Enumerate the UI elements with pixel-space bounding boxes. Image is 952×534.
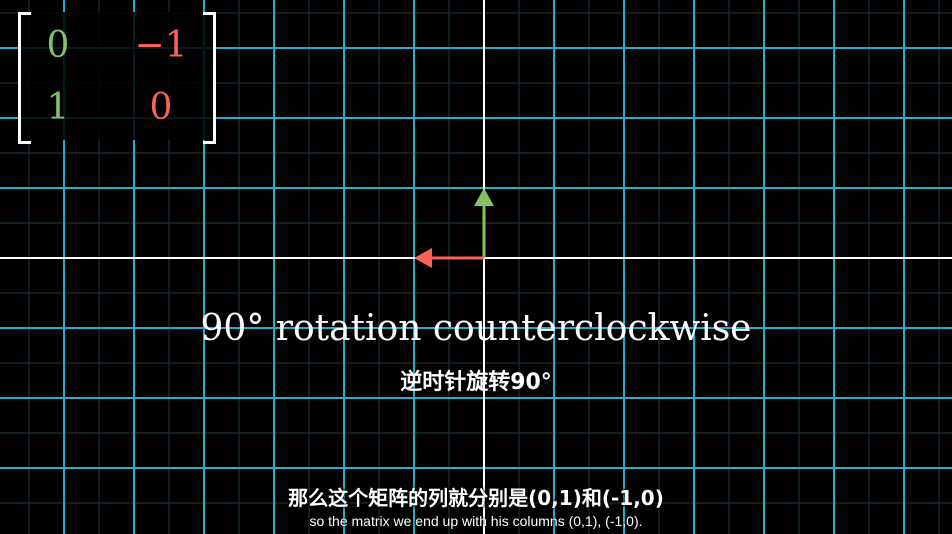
j-hat-vector-head	[414, 248, 432, 268]
english-subtitle: so the matrix we end up with his columns…	[309, 513, 643, 529]
basis-vectors	[414, 188, 494, 268]
rotation-matrix: 0 −1 1 0	[18, 12, 216, 144]
matrix-entry-row2-col1: 1	[46, 87, 70, 128]
chinese-subtitle: 那么这个矩阵的列就分别是(0,1)和(-1,0)	[288, 486, 664, 510]
chinese-caption: 逆时针旋转90°	[400, 370, 552, 395]
matrix-entry-row1-col1: 0	[46, 25, 70, 66]
video-frame: 0 −1 1 0 90° rotation counterclockwise 逆…	[0, 0, 952, 534]
right-bracket	[203, 12, 216, 144]
i-hat-vector-head	[474, 188, 494, 206]
matrix-entry-row1-col2: −1	[134, 25, 188, 66]
english-caption: 90° rotation counterclockwise	[200, 308, 752, 349]
matrix-entry-row2-col2: 0	[149, 87, 173, 128]
